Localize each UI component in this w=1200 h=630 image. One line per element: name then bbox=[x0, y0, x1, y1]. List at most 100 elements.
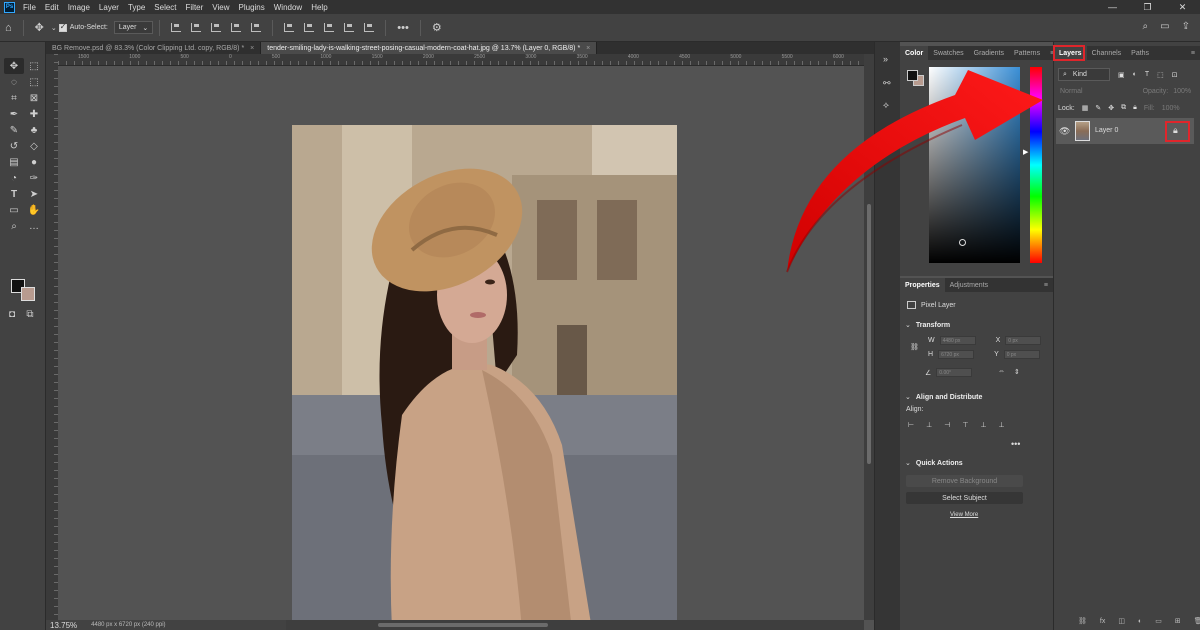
eye-icon[interactable]: 👁︎ bbox=[1059, 126, 1070, 137]
auto-select-checkbox[interactable] bbox=[58, 22, 67, 32]
layer-name[interactable]: Layer 0 bbox=[1095, 127, 1118, 134]
panel-menu-icon[interactable]: ≡ bbox=[1039, 278, 1053, 292]
document-photo[interactable] bbox=[292, 125, 677, 630]
remove-background-button[interactable]: Remove Background bbox=[906, 475, 1023, 487]
align-top-icon[interactable] bbox=[251, 23, 262, 32]
hue-slider[interactable] bbox=[1030, 67, 1042, 263]
distribute-spacing-icon[interactable] bbox=[344, 23, 355, 32]
clone-stamp-icon[interactable]: ♣ bbox=[24, 122, 44, 138]
menu-layer[interactable]: Layer bbox=[99, 3, 119, 12]
lock-artboard-icon[interactable]: ⧉ bbox=[1121, 104, 1126, 112]
foreground-color-chip[interactable] bbox=[907, 70, 918, 81]
color-field[interactable] bbox=[929, 67, 1020, 263]
hue-slider-marker[interactable]: ▶ bbox=[1023, 148, 1028, 156]
link-layers-icon[interactable]: ⛓ bbox=[1078, 617, 1087, 625]
tab-gradients[interactable]: Gradients bbox=[969, 46, 1009, 60]
filter-pixel-icon[interactable]: ▣ bbox=[1118, 71, 1125, 79]
tab-adjustments[interactable]: Adjustments bbox=[945, 278, 994, 292]
zoom-tool-icon[interactable]: ⌕ bbox=[4, 218, 24, 234]
marquee-tool-icon[interactable]: ⬚ bbox=[24, 58, 44, 74]
filter-type-icon[interactable]: T bbox=[1145, 71, 1149, 78]
frame-tool-icon[interactable]: ⊠ bbox=[24, 90, 44, 106]
align-bottom-edges-icon[interactable]: ⊥ bbox=[999, 421, 1005, 429]
align-left-icon[interactable] bbox=[171, 23, 182, 32]
chevron-down-icon[interactable]: ⌄ bbox=[905, 321, 911, 329]
gradient-tool-icon[interactable]: ▤ bbox=[4, 154, 24, 170]
close-window-button[interactable]: ✕ bbox=[1165, 0, 1200, 14]
more-options-button[interactable]: ••• bbox=[397, 22, 409, 34]
menu-select[interactable]: Select bbox=[154, 3, 176, 12]
blur-tool-icon[interactable]: ● bbox=[24, 154, 44, 170]
tab-patterns[interactable]: Patterns bbox=[1009, 46, 1045, 60]
close-icon[interactable]: × bbox=[586, 45, 590, 52]
fill-value[interactable]: 100% bbox=[1162, 105, 1180, 112]
blend-mode-dropdown[interactable]: Normal bbox=[1060, 88, 1083, 95]
menu-type[interactable]: Type bbox=[128, 3, 145, 12]
move-tool-icon[interactable]: ✥ bbox=[35, 21, 44, 34]
distribute-spacing-vertical-icon[interactable] bbox=[364, 23, 375, 32]
opacity-value[interactable]: 100% bbox=[1173, 88, 1191, 95]
scrollbar-thumb[interactable] bbox=[378, 623, 548, 627]
lock-transparent-icon[interactable]: ▦ bbox=[1082, 104, 1089, 112]
new-layer-icon[interactable]: ⊞ bbox=[1175, 617, 1181, 625]
delete-layer-icon[interactable]: 🗑︎ bbox=[1194, 617, 1200, 625]
filter-adjustment-icon[interactable]: ◐ bbox=[1133, 71, 1137, 78]
tab-color[interactable]: Color bbox=[900, 46, 929, 60]
align-left-edges-icon[interactable]: ⊢ bbox=[908, 421, 914, 429]
auto-select-dropdown[interactable]: Layer ⌄ bbox=[113, 21, 154, 34]
brush-settings-icon[interactable]: ⟡ bbox=[883, 100, 893, 110]
tab-tender-smiling-lady[interactable]: tender-smiling-lady-is-walking-street-po… bbox=[261, 42, 598, 54]
healing-brush-icon[interactable]: ✚ bbox=[24, 106, 44, 122]
close-icon[interactable]: × bbox=[250, 45, 254, 52]
tab-paths[interactable]: Paths bbox=[1126, 46, 1154, 60]
chevron-down-icon[interactable]: ⌄ bbox=[905, 393, 911, 401]
flip-horizontal-icon[interactable]: ⇔ bbox=[998, 368, 1005, 375]
flip-vertical-icon[interactable]: ⇕ bbox=[1014, 368, 1020, 376]
menu-edit[interactable]: Edit bbox=[45, 3, 59, 12]
distribute-vertical-icon[interactable] bbox=[324, 23, 335, 32]
zoom-level[interactable]: 13.75% bbox=[50, 621, 77, 630]
screen-mode-icon[interactable]: ⧉ bbox=[24, 308, 36, 320]
select-subject-button[interactable]: Select Subject bbox=[906, 492, 1023, 504]
gear-icon[interactable]: ⚙ bbox=[432, 21, 442, 34]
eyedropper-tool-icon[interactable]: ✒ bbox=[4, 106, 24, 122]
vertical-scrollbar[interactable] bbox=[864, 54, 874, 620]
object-select-tool-icon[interactable]: ⬚ bbox=[24, 74, 44, 90]
new-group-icon[interactable]: ▭ bbox=[1155, 617, 1162, 625]
workspace-icon[interactable]: ▭ bbox=[1160, 21, 1169, 32]
share-icon[interactable]: ⇪ bbox=[1182, 21, 1190, 32]
pen-tool-icon[interactable]: ✑ bbox=[24, 170, 44, 186]
align-hcenter-icon[interactable] bbox=[191, 23, 202, 32]
eraser-tool-icon[interactable]: ◇ bbox=[24, 138, 44, 154]
lock-all-icon[interactable]: 🔒︎ bbox=[1133, 104, 1137, 112]
width-field[interactable]: 4480 px bbox=[939, 336, 976, 345]
rectangle-tool-icon[interactable]: ▭ bbox=[4, 202, 24, 218]
layer-thumbnail[interactable] bbox=[1075, 121, 1090, 141]
hand-tool-icon[interactable]: ✋ bbox=[24, 202, 44, 218]
horizontal-ruler[interactable]: 1500 1000 500 0 500 1000 1500 2000 2500 … bbox=[58, 54, 864, 66]
search-icon[interactable]: ⌕ bbox=[1143, 21, 1149, 32]
x-field[interactable]: 0 px bbox=[1005, 336, 1042, 345]
tab-channels[interactable]: Channels bbox=[1087, 46, 1127, 60]
menu-plugins[interactable]: Plugins bbox=[239, 3, 265, 12]
align-vertical-centers-icon[interactable]: ⊥ bbox=[980, 421, 986, 429]
fx-icon[interactable]: fx bbox=[1100, 618, 1105, 625]
history-icon[interactable]: ⚯ bbox=[883, 78, 893, 88]
vertical-ruler[interactable] bbox=[46, 54, 58, 620]
view-more-link[interactable]: View More bbox=[950, 512, 978, 518]
link-icon[interactable]: ⛓ bbox=[910, 343, 919, 351]
align-horizontal-centers-icon[interactable]: ⊥ bbox=[926, 421, 932, 429]
adjustment-layer-icon[interactable]: ◐ bbox=[1138, 618, 1142, 625]
add-mask-icon[interactable]: ◫ bbox=[1118, 617, 1125, 625]
history-brush-icon[interactable]: ↺ bbox=[4, 138, 24, 154]
move-tool-icon[interactable]: ✥ bbox=[4, 58, 24, 74]
more-align-options-button[interactable]: ••• bbox=[1011, 439, 1020, 449]
distribute-horizontal-icon[interactable] bbox=[231, 23, 242, 32]
scrollbar-thumb[interactable] bbox=[867, 204, 871, 464]
brush-tool-icon[interactable]: ✎ bbox=[4, 122, 24, 138]
align-top-edges-icon[interactable]: ⊤ bbox=[962, 421, 968, 429]
restore-button[interactable]: ❐ bbox=[1130, 0, 1165, 14]
filter-shape-icon[interactable]: ⬚ bbox=[1157, 71, 1164, 79]
menu-filter[interactable]: Filter bbox=[186, 3, 204, 12]
tab-bg-remove[interactable]: BG Remove.psd @ 83.3% (Color Clipping Lt… bbox=[46, 42, 262, 54]
